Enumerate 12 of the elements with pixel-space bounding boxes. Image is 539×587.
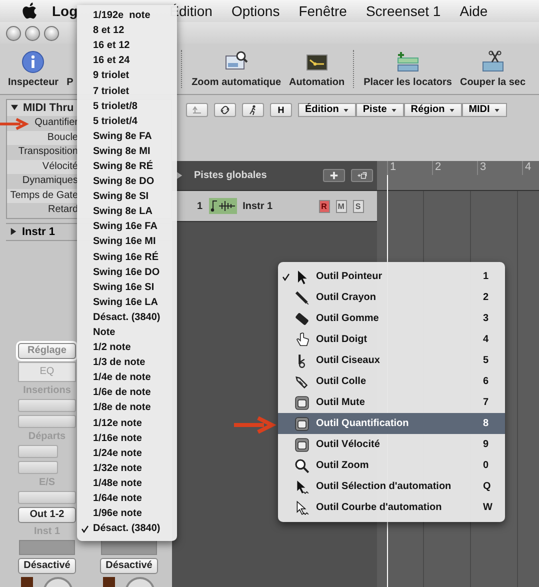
parameter-label: Boucle [46,130,78,144]
track-name: Instr 1 [242,200,274,212]
track-number: 1 [197,200,203,212]
parameter-label: Retard [7,203,78,218]
parameter-label: Transposition [7,145,78,160]
parameter-label: Dynamiques [7,174,78,188]
parameter-label: Temps de Gate [9,188,78,202]
bar-number: 1 [387,161,432,175]
parameter-label: Vélocité [41,160,78,174]
bar-number: 3 [477,161,522,175]
bar-number: 4 [522,161,539,175]
bar-number: 2 [432,161,477,175]
